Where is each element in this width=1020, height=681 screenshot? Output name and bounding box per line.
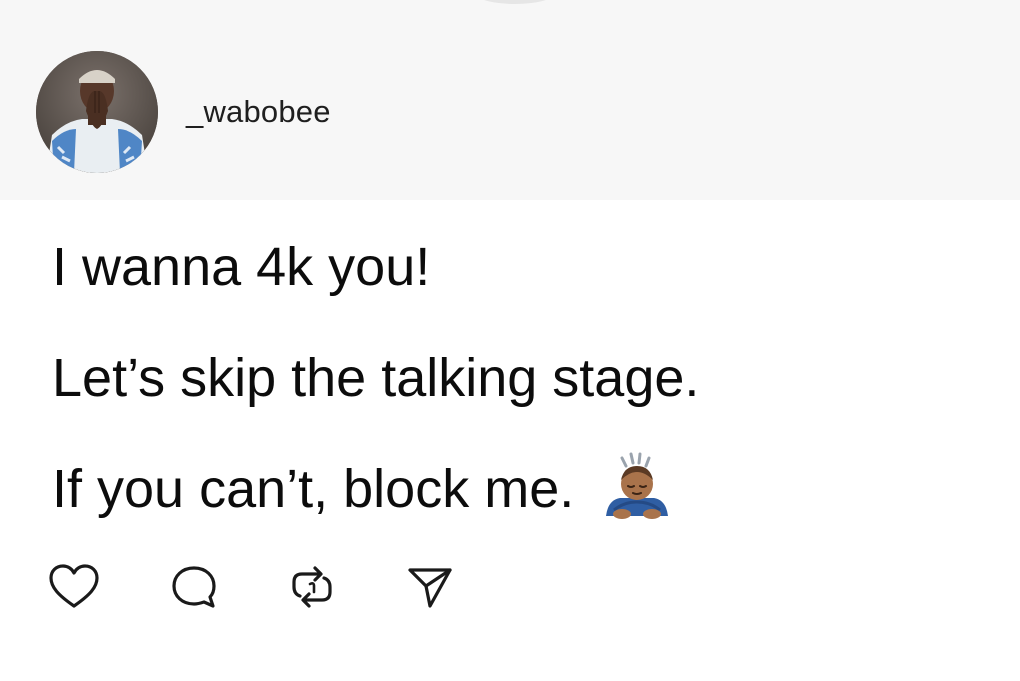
post-text-line-2-content: Let’s skip the talking stage. — [52, 348, 700, 408]
repost-button[interactable] — [286, 562, 338, 612]
heart-icon — [49, 564, 99, 608]
post-text-line-3: If you can’t, block me. — [52, 452, 992, 520]
repost-icon — [292, 566, 332, 608]
username[interactable]: _wabobee — [186, 94, 331, 130]
post-text-line-2: Let’s skip the talking stage. — [52, 347, 992, 409]
share-button[interactable] — [404, 562, 456, 612]
person-bowing-emoji — [600, 450, 674, 524]
top-indicator — [475, 0, 555, 4]
post-text-line-3-content: If you can’t, block me. — [52, 459, 575, 519]
post-text-line-1-content: I wanna 4k you! — [52, 237, 431, 297]
avatar[interactable] — [36, 51, 158, 173]
avatar-photo — [36, 51, 158, 173]
post-actions — [48, 562, 468, 612]
reply-button[interactable] — [168, 562, 220, 612]
comment-icon — [172, 566, 216, 608]
post-body: I wanna 4k you! Let’s skip the talking s… — [52, 236, 992, 520]
post-text-line-1: I wanna 4k you! — [52, 236, 992, 298]
send-icon — [408, 568, 452, 608]
like-button[interactable] — [48, 562, 100, 612]
post-header: _wabobee — [0, 0, 1020, 200]
